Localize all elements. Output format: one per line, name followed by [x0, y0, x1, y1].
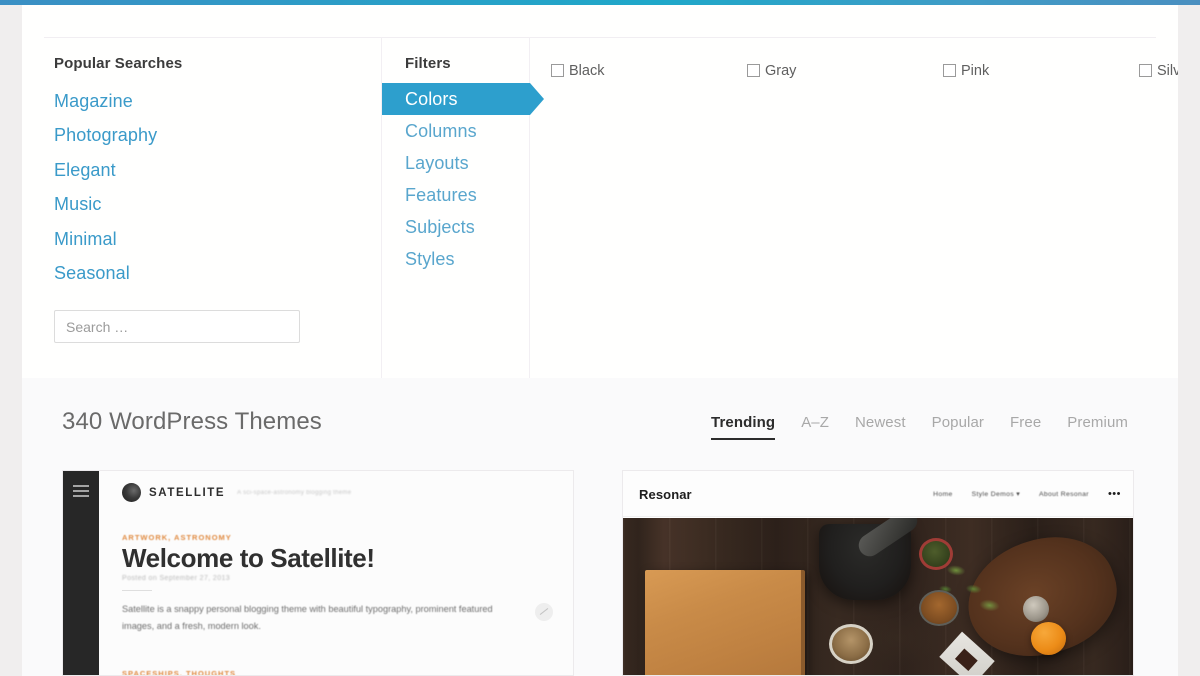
preview-nav-home: Home	[933, 490, 953, 498]
preview-brand: SATELLITE	[149, 486, 226, 499]
popular-searches-title: Popular Searches	[54, 55, 183, 72]
filters-column: Filters Colors Columns Layouts Features …	[382, 55, 544, 275]
filter-item-columns[interactable]: Columns	[382, 115, 530, 147]
preview-post-date: Posted on September 27, 2013	[122, 575, 231, 582]
theme-card-satellite[interactable]: SATELLITE A sci-space-astronomy blogging…	[62, 470, 574, 676]
checkbox-label: Pink	[961, 62, 990, 79]
checkbox-pink[interactable]: Pink	[943, 53, 1139, 88]
checkbox-box-icon[interactable]	[1139, 64, 1152, 78]
preview-separator	[122, 590, 152, 591]
color-checkbox-grid: Black Gray Pink Silver Yellow Blue Green…	[551, 53, 1200, 88]
preview-post-category: ARTWORK, ASTRONOMY	[122, 533, 232, 542]
preview-hero-photo	[623, 518, 1133, 675]
checkbox-box-icon[interactable]	[943, 64, 956, 78]
page-canvas: Popular Searches Magazine Photography El…	[22, 5, 1200, 676]
filter-item-layouts[interactable]: Layouts	[382, 147, 530, 179]
garlic-bulb	[1023, 596, 1049, 622]
sort-tab-popular[interactable]: Popular	[932, 414, 984, 438]
preview-tagline: A sci-space-astronomy blogging theme	[237, 489, 352, 496]
sort-tab-newest[interactable]: Newest	[855, 414, 906, 438]
popular-search-link-music[interactable]: Music	[54, 187, 354, 221]
results-count-heading: 340 WordPress Themes	[62, 408, 322, 435]
preview-sidebar	[63, 471, 111, 675]
filters-title: Filters	[405, 55, 451, 72]
overflow-menu-icon: •••	[1107, 488, 1121, 500]
filter-item-subjects[interactable]: Subjects	[382, 211, 530, 243]
popular-search-link-magazine[interactable]: Magazine	[54, 84, 354, 118]
preview-nav-about: About Resonar	[1039, 490, 1089, 498]
preview-brand: Resonar	[639, 487, 692, 502]
hamburger-menu-icon	[73, 485, 89, 500]
sort-tabs: Trending A–Z Newest Popular Free Premium	[711, 414, 1128, 440]
orange-fruit	[1031, 622, 1066, 655]
white-bowl	[829, 624, 873, 664]
theme-card-resonar[interactable]: Resonar Home Style Demos ▾ About Resonar…	[622, 470, 1134, 676]
filter-panel: Popular Searches Magazine Photography El…	[22, 5, 1200, 378]
panel-top-divider	[44, 37, 1156, 38]
results-header: 340 WordPress Themes Trending A–Z Newest…	[22, 406, 1178, 448]
satellite-logo-icon	[122, 483, 141, 502]
popular-search-link-elegant[interactable]: Elegant	[54, 153, 354, 187]
preview-nav-menu: Home Style Demos ▾ About Resonar •••	[933, 488, 1121, 500]
results-section: 340 WordPress Themes Trending A–Z Newest…	[22, 378, 1178, 676]
preview-post-excerpt: Satellite is a snappy personal blogging …	[122, 604, 493, 631]
filter-item-styles[interactable]: Styles	[382, 243, 530, 275]
popular-search-link-photography[interactable]: Photography	[54, 118, 354, 152]
search-input[interactable]	[54, 310, 300, 344]
page-right-margin	[1178, 5, 1200, 676]
preview-site-header: SATELLITE A sci-space-astronomy blogging…	[122, 483, 351, 502]
popular-search-link-minimal[interactable]: Minimal	[54, 222, 354, 256]
preview-nav-style-demos: Style Demos ▾	[971, 491, 1021, 498]
spice-bowl	[919, 590, 959, 626]
checkbox-box-icon[interactable]	[747, 64, 760, 78]
filter-item-colors[interactable]: Colors	[382, 83, 544, 115]
preview-post-category-2: SPACESHIPS, THOUGHTS	[122, 669, 237, 676]
preview-navbar: Resonar Home Style Demos ▾ About Resonar…	[623, 471, 1133, 517]
preview-share-icon	[535, 603, 553, 621]
checkbox-label: Gray	[765, 62, 797, 79]
sort-tab-trending[interactable]: Trending	[711, 414, 776, 440]
sort-tab-a-z[interactable]: A–Z	[801, 414, 829, 438]
checkbox-label: Black	[569, 62, 605, 79]
page-left-margin	[0, 5, 22, 676]
checkbox-black[interactable]: Black	[551, 53, 747, 88]
preview-post-title: Welcome to Satellite!	[122, 543, 375, 573]
popular-search-link-seasonal[interactable]: Seasonal	[54, 256, 354, 290]
filter-item-features[interactable]: Features	[382, 179, 530, 211]
checkbox-gray[interactable]: Gray	[747, 53, 943, 88]
red-rim-bowl	[919, 538, 953, 570]
preview-body: SATELLITE A sci-space-astronomy blogging…	[99, 471, 573, 676]
popular-searches-column: Popular Searches Magazine Photography El…	[54, 55, 354, 344]
sort-tab-free[interactable]: Free	[1010, 414, 1041, 438]
top-accent-bar	[0, 0, 1200, 5]
cutting-board	[645, 570, 805, 675]
checkbox-box-icon[interactable]	[551, 64, 564, 78]
sort-tab-premium[interactable]: Premium	[1067, 414, 1128, 438]
